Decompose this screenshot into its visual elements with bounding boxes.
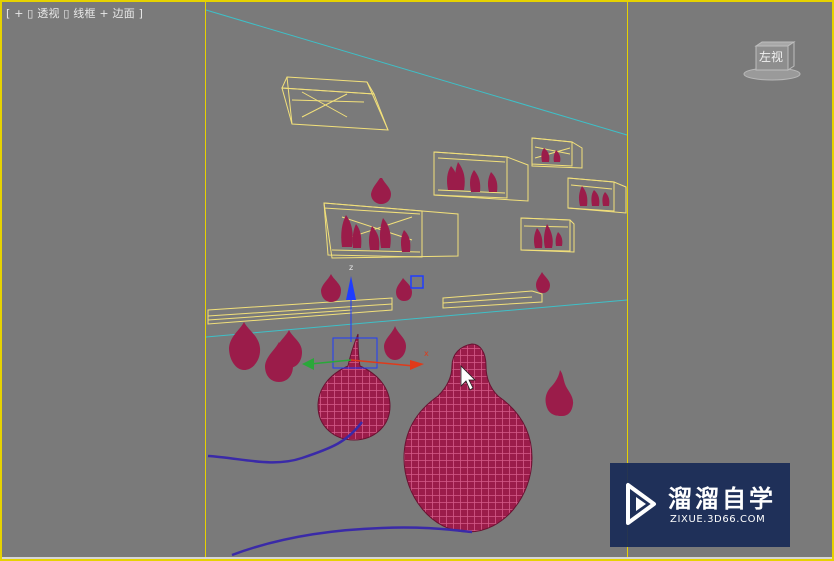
transform-gizmo[interactable]: z x [302, 263, 429, 370]
viewport-menu-text[interactable]: [ + ▯ 透视 ▯ 线框 + 边面 ] [6, 7, 143, 20]
viewcube-face-label[interactable]: 左视 [759, 48, 783, 65]
gizmo-x-arrow[interactable] [410, 360, 424, 370]
timeline-strip[interactable] [2, 557, 832, 559]
gizmo-plane-handle[interactable] [410, 275, 424, 289]
wall-shelf[interactable] [442, 290, 543, 309]
play-logo-icon [626, 483, 656, 525]
gizmo-x-label: x [424, 349, 429, 358]
wall-top-edge [205, 9, 628, 136]
watermark-logo: 溜溜自学 ZIXUE.3D66.COM [610, 463, 790, 547]
safe-frame-left [205, 2, 206, 559]
watermark-title: 溜溜自学 [668, 485, 776, 513]
perspective-viewport[interactable]: z x [ + ▯ 透视 ▯ 线框 + 边面 ] 左视 溜溜自学 ZIXUE.3… [0, 0, 834, 561]
vase[interactable] [229, 178, 574, 416]
spline-curve[interactable] [231, 526, 473, 557]
gizmo-y-arrow[interactable] [302, 358, 314, 370]
watermark-url: ZIXUE.3D66.COM [670, 514, 766, 525]
gizmo-z-arrow[interactable] [346, 276, 356, 300]
gizmo-z-label: z [349, 263, 353, 272]
shelf-box[interactable] [281, 76, 389, 131]
viewport-label-menu[interactable]: [ + ▯ 透视 ▯ 线框 + 边面 ] [6, 5, 146, 21]
vase-wireframe[interactable] [317, 333, 533, 533]
wall-shelf[interactable] [207, 297, 393, 325]
